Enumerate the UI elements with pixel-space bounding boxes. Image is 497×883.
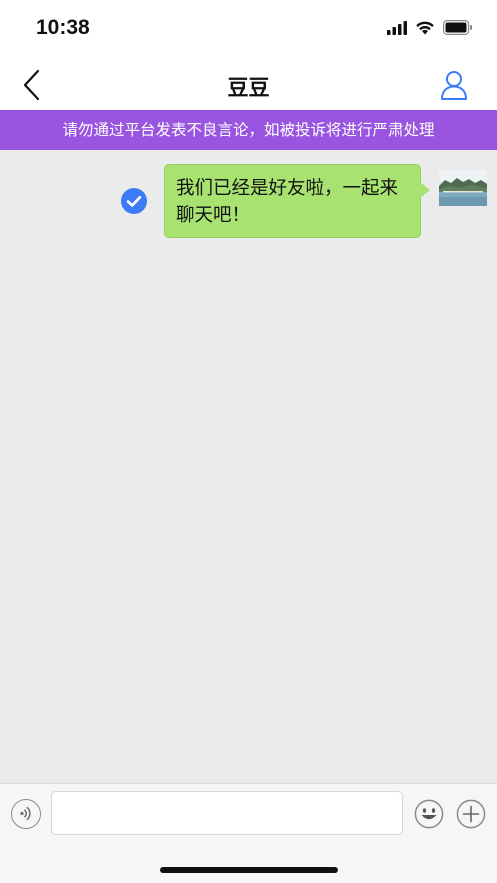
plus-icon [456,799,486,829]
avatar[interactable] [439,170,487,206]
more-button[interactable] [456,799,486,829]
message-text-line: 聊天吧！ [176,205,251,226]
status-bar: 10:38 [0,0,497,60]
status-icons [387,20,473,35]
emoji-button[interactable] [414,799,444,829]
input-bar [0,783,497,883]
person-icon [441,71,467,100]
bubble-tail [420,182,430,198]
battery-icon [443,20,472,35]
message-input[interactable] [51,791,403,835]
message-bubble[interactable]: 我们已经是好友啦，一起来 聊天吧！ [164,164,421,238]
voice-icon [20,806,31,821]
voice-button[interactable] [11,799,41,829]
message-row: 我们已经是好友啦，一起来 聊天吧！ [0,164,497,238]
profile-button[interactable] [437,68,471,102]
cellular-signal-icon [387,20,407,35]
message-text-line: 我们已经是好友啦，一起来 [176,178,399,199]
navigation-bar: 豆豆 [0,60,497,110]
home-indicator [160,867,338,873]
warning-notice: 请勿通过平台发表不良言论，如被投诉将进行严肃处理 [0,110,497,150]
chat-message-list[interactable]: 我们已经是好友啦，一起来 聊天吧！ [0,150,497,783]
wifi-icon [416,21,434,35]
emoji-icon [414,799,444,829]
read-check-icon [121,188,147,214]
status-time: 10:38 [36,16,90,39]
chat-title: 豆豆 [227,76,270,100]
